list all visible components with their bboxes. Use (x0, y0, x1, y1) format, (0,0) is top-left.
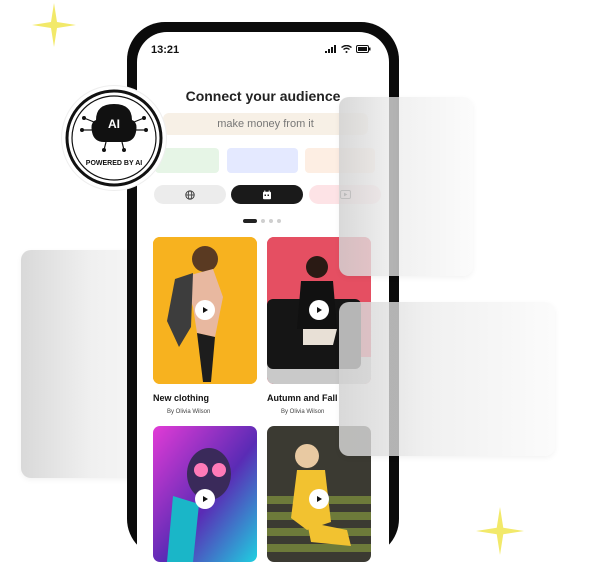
glass-panel (339, 97, 473, 276)
sparkle-icon (32, 3, 76, 47)
play-button[interactable] (195, 489, 215, 509)
video-thumbnail[interactable] (153, 237, 257, 384)
card-title: New clothing (153, 393, 209, 403)
video-card[interactable]: New clothing By Olivia Wilson (153, 237, 257, 415)
category-chip-blue[interactable] (227, 148, 298, 173)
carousel-dot[interactable] (277, 219, 281, 223)
wifi-icon (341, 45, 352, 53)
sparkle-icon (476, 507, 524, 555)
carousel-dot[interactable] (261, 219, 265, 223)
play-icon (317, 496, 322, 502)
play-icon (203, 307, 208, 313)
play-button[interactable] (195, 300, 215, 320)
category-pill-calendar[interactable] (231, 185, 303, 204)
carousel-dot[interactable] (269, 219, 273, 223)
carousel-indicator[interactable] (243, 219, 281, 223)
play-button[interactable] (309, 300, 329, 320)
video-card[interactable] (153, 426, 257, 562)
battery-icon (356, 45, 371, 53)
signal-icon (325, 45, 336, 53)
carousel-dot[interactable] (243, 219, 257, 223)
video-thumbnail[interactable] (153, 426, 257, 562)
page-subtitle: make money from it (163, 113, 368, 135)
card-title: Autumn and Fall (267, 393, 338, 403)
card-author: By Olivia Wilson (167, 409, 211, 415)
play-button[interactable] (309, 489, 329, 509)
play-icon (203, 496, 208, 502)
glass-panel (339, 302, 555, 456)
ai-brain-icon (65, 89, 163, 187)
globe-icon (185, 189, 195, 200)
card-author: By Olivia Wilson (281, 409, 325, 415)
badge-caption: POWERED BY AI (85, 160, 143, 167)
play-icon (317, 307, 322, 313)
status-time: 13:21 (151, 44, 180, 56)
calendar-icon (263, 190, 271, 199)
status-bar: 13:21 (137, 32, 389, 66)
badge-label: AI (108, 117, 120, 131)
powered-by-ai-badge: AI POWERED BY AI (62, 86, 166, 190)
